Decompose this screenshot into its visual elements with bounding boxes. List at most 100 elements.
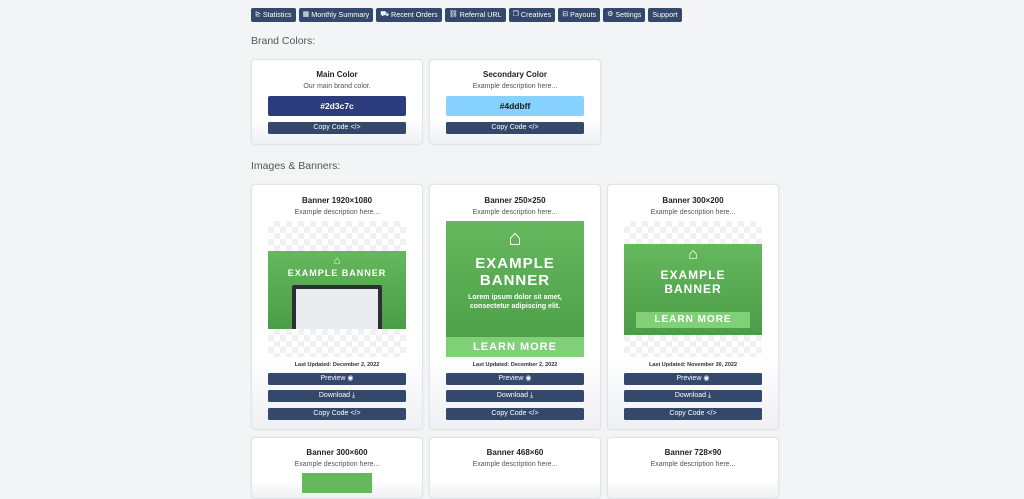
copy-code-button[interactable]: Copy Code </> — [268, 408, 406, 420]
nav-label: Monthly Summary — [311, 10, 370, 19]
card-title: Banner 468×60 — [486, 448, 544, 457]
banner-headline: EXAMPLE BANNER — [287, 268, 387, 278]
banner-card-728x90: Banner 728×90 Example description here..… — [607, 437, 779, 499]
card-title: Banner 250×250 — [484, 196, 546, 205]
banner-headline-1: EXAMPLE — [660, 268, 726, 282]
banner-card-300x200: Banner 300×200 Example description here.… — [607, 184, 779, 430]
nav-settings-button[interactable]: ⚙ Settings — [603, 8, 646, 22]
card-title: Banner 300×200 — [662, 196, 724, 205]
nav-referral-url-button[interactable]: ⛓ Referral URL — [444, 8, 506, 22]
banner-headline-2: BANNER — [664, 282, 722, 296]
card-description: Example description here... — [472, 461, 558, 468]
code-icon: </> — [706, 410, 717, 417]
banner-headline-1: EXAMPLE — [475, 255, 555, 272]
copy-code-button[interactable]: Copy Code </> — [268, 122, 406, 134]
copy-code-button[interactable]: Copy Code </> — [446, 122, 584, 134]
code-icon: </> — [528, 410, 539, 417]
gear-icon: ⚙ — [607, 11, 614, 18]
images-banners-heading: Images & Banners: — [251, 160, 341, 172]
card-title: Main Color — [316, 70, 358, 79]
creatives-nav: ⊵ Statistics ▦ Monthly Summary ⛟ Recent Ord… — [251, 8, 682, 22]
download-icon: ⤓ — [530, 392, 534, 399]
download-icon: ⤓ — [352, 392, 356, 399]
button-label: Copy Code — [313, 410, 349, 417]
banner-card-250x250: Banner 250×250 Example description here.… — [429, 184, 601, 430]
card-description: Example description here... — [472, 83, 558, 90]
banner-card-300x600: Banner 300×600 Example description here.… — [251, 437, 423, 499]
card-title: Banner 1920×1080 — [301, 196, 373, 205]
secondary-color-swatch: #4ddbff — [446, 96, 584, 116]
banner-preview-area: ⌂ EXAMPLE BANNER LEARN MORE — [624, 221, 762, 357]
nav-label: Creatives — [520, 10, 552, 19]
button-label: Copy Code — [669, 410, 705, 417]
images-icon: ❐ — [512, 11, 519, 18]
eye-icon: ◉ — [525, 375, 532, 382]
calendar-icon: ▦ — [302, 11, 310, 18]
card-description: Our main brand color. — [303, 83, 371, 90]
laptop-screenshot — [292, 285, 382, 329]
banner-preview-area: ⌂ EXAMPLE BANNER Lorem ipsum dolor sit a… — [446, 221, 584, 357]
chart-icon: ⊵ — [255, 11, 261, 18]
nav-label: Referral URL — [459, 10, 502, 19]
main-color-card: Main Color Our main brand color. #2d3c7c… — [251, 59, 423, 145]
nav-label: Payouts — [570, 10, 597, 19]
nav-label: Statistics — [262, 10, 292, 19]
button-label: Download — [496, 392, 529, 399]
nav-statistics-button[interactable]: ⊵ Statistics — [251, 8, 296, 22]
nav-recent-orders-button[interactable]: ⛟ Recent Orders — [376, 8, 442, 22]
preview-button[interactable]: Preview ◉ — [268, 373, 406, 385]
cart-icon: ⛟ — [380, 11, 389, 18]
button-label: Preview — [498, 375, 524, 382]
secondary-color-card: Secondary Color Example description here… — [429, 59, 601, 145]
card-description: Example description here... — [650, 461, 736, 468]
nav-payouts-button[interactable]: ⊟ Payouts — [558, 8, 601, 22]
download-icon: ⤓ — [708, 392, 712, 399]
tag-icon: ⌂ — [333, 255, 341, 267]
card-title: Banner 300×600 — [306, 448, 368, 457]
nav-monthly-summary-button[interactable]: ▦ Monthly Summary — [298, 8, 374, 22]
card-description: Example description here... — [294, 461, 380, 468]
download-button[interactable]: Download ⤓ — [446, 390, 584, 402]
button-label: Download — [318, 392, 351, 399]
last-updated: Last Updated: November 30, 2022 — [648, 362, 738, 368]
download-button[interactable]: Download ⤓ — [624, 390, 762, 402]
main-color-swatch: #2d3c7c — [268, 96, 406, 116]
copy-code-button[interactable]: Copy Code </> — [446, 408, 584, 420]
banner-body: Lorem ipsum dolor sit amet, consectetur … — [468, 294, 562, 310]
nav-label: Recent Orders — [391, 10, 438, 19]
tag-icon: ⌂ — [508, 225, 522, 250]
link-icon: ⛓ — [448, 11, 458, 18]
button-label: Preview — [320, 375, 346, 382]
download-button[interactable]: Download ⤓ — [268, 390, 406, 402]
banner-headline-2: BANNER — [479, 272, 551, 289]
card-description: Example description here... — [472, 209, 558, 216]
banner-image: ⌂ EXAMPLE BANNER LEARN MORE — [624, 244, 762, 335]
nav-support-button[interactable]: Support — [648, 8, 682, 22]
preview-button[interactable]: Preview ◉ — [624, 373, 762, 385]
banner-image: ⌂ EXAMPLE BANNER — [268, 251, 406, 329]
button-label: Preview — [676, 375, 702, 382]
copy-code-button[interactable]: Copy Code </> — [624, 408, 762, 420]
card-title: Secondary Color — [482, 70, 547, 79]
learn-more-cta: LEARN MORE — [636, 312, 750, 328]
banner-image: ⌂ EXAMPLE BANNER Lorem ipsum dolor sit a… — [446, 221, 584, 357]
card-description: Example description here... — [294, 209, 380, 216]
button-label: Copy Code — [491, 410, 527, 417]
learn-more-cta: LEARN MORE — [446, 337, 584, 357]
button-label: Copy Code — [491, 124, 527, 131]
banner-card-1920x1080: Banner 1920×1080 Example description her… — [251, 184, 423, 430]
nav-creatives-button[interactable]: ❐ Creatives — [508, 8, 556, 22]
preview-button[interactable]: Preview ◉ — [446, 373, 584, 385]
last-updated: Last Updated: December 2, 2022 — [472, 362, 558, 368]
card-description: Example description here... — [650, 209, 736, 216]
eye-icon: ◉ — [347, 375, 354, 382]
last-updated: Last Updated: December 2, 2022 — [294, 362, 380, 368]
brand-colors-heading: Brand Colors: — [251, 35, 316, 47]
banner-card-468x60: Banner 468×60 Example description here..… — [429, 437, 601, 499]
card-title: Banner 728×90 — [664, 448, 722, 457]
tag-icon: ⌂ — [688, 246, 698, 263]
banner-preview-area: ⌂ EXAMPLE BANNER — [268, 221, 406, 357]
button-label: Download — [674, 392, 707, 399]
nav-label: Settings — [615, 10, 642, 19]
code-icon: </> — [350, 124, 361, 131]
